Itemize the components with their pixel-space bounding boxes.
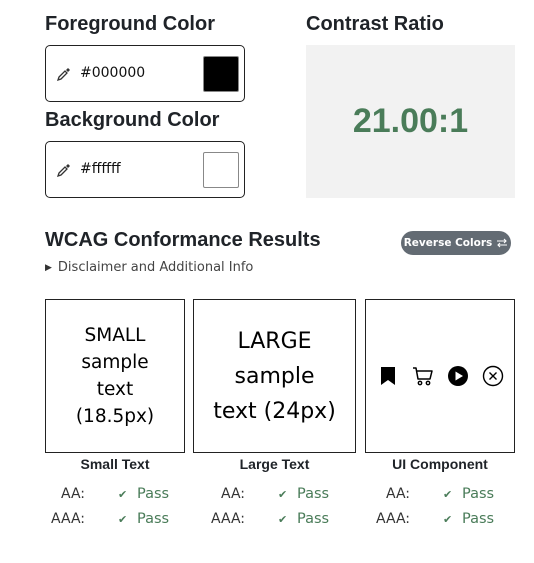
small-sample-line: (18.5px)	[75, 406, 155, 427]
small-sample-line: SMALL	[84, 325, 146, 346]
large-sample-line: text (24px)	[213, 398, 336, 424]
bookmark-icon	[380, 367, 395, 385]
eyedropper-icon[interactable]	[56, 162, 72, 178]
reverse-colors-label: Reverse Colors	[403, 237, 493, 249]
aa-pass: Pass	[297, 486, 330, 502]
aaa-label: AAA:	[376, 511, 410, 527]
ui-component-sample	[365, 299, 515, 453]
check-icon: ✔	[278, 488, 288, 501]
small-sample-line: sample	[81, 352, 149, 373]
disclaimer-toggle[interactable]: ▶ Disclaimer and Additional Info	[45, 260, 253, 275]
large-text-sample: LARGE sample text (24px)	[193, 299, 356, 453]
aaa-pass: Pass	[297, 511, 330, 527]
foreground-swatch[interactable]	[203, 56, 239, 92]
background-color-field[interactable]: #ffffff	[45, 141, 245, 198]
aa-label: AA:	[220, 486, 245, 502]
foreground-title: Foreground Color	[45, 13, 215, 35]
disclosure-triangle-icon: ▶	[45, 262, 52, 273]
aaa-pass: Pass	[137, 511, 170, 527]
aaa-label: AAA:	[211, 511, 245, 527]
large-text-result-title: Large Text	[239, 456, 310, 472]
small-sample-line: text	[96, 379, 134, 400]
check-icon: ✔	[118, 488, 128, 501]
large-sample-line: sample	[234, 363, 315, 389]
disclaimer-label: Disclaimer and Additional Info	[57, 260, 254, 275]
aaa-pass: Pass	[462, 511, 495, 527]
background-title: Background Color	[45, 109, 220, 131]
check-icon: ✔	[118, 513, 128, 526]
aa-label: AA:	[60, 486, 85, 502]
large-sample-line: LARGE	[237, 328, 312, 354]
cart-icon	[412, 367, 433, 386]
foreground-color-field[interactable]: #000000	[45, 45, 245, 102]
aa-pass: Pass	[137, 486, 170, 502]
check-icon: ✔	[278, 513, 288, 526]
reverse-colors-button[interactable]: Reverse Colors	[401, 231, 511, 255]
background-hex-input[interactable]: #ffffff	[80, 161, 121, 177]
background-swatch[interactable]	[203, 152, 239, 188]
aa-label: AA:	[385, 486, 410, 502]
aa-pass: Pass	[462, 486, 495, 502]
contrast-ratio-value: 21.00:1	[352, 102, 469, 140]
wcag-title: WCAG Conformance Results	[45, 229, 321, 251]
close-circle-icon	[482, 365, 503, 387]
aaa-label: AAA:	[51, 511, 85, 527]
contrast-title: Contrast Ratio	[306, 13, 444, 35]
swap-arrows-icon	[497, 238, 508, 248]
check-icon: ✔	[443, 488, 453, 501]
play-circle-icon	[447, 366, 468, 386]
eyedropper-icon[interactable]	[56, 66, 72, 82]
small-text-sample: SMALL sample text (18.5px)	[45, 299, 185, 453]
small-text-result-title: Small Text	[80, 456, 150, 472]
foreground-hex-input[interactable]: #000000	[80, 65, 145, 81]
contrast-panel: 21.00:1	[306, 45, 515, 198]
check-icon: ✔	[443, 513, 453, 526]
ui-component-result-title: UI Component	[392, 456, 488, 472]
